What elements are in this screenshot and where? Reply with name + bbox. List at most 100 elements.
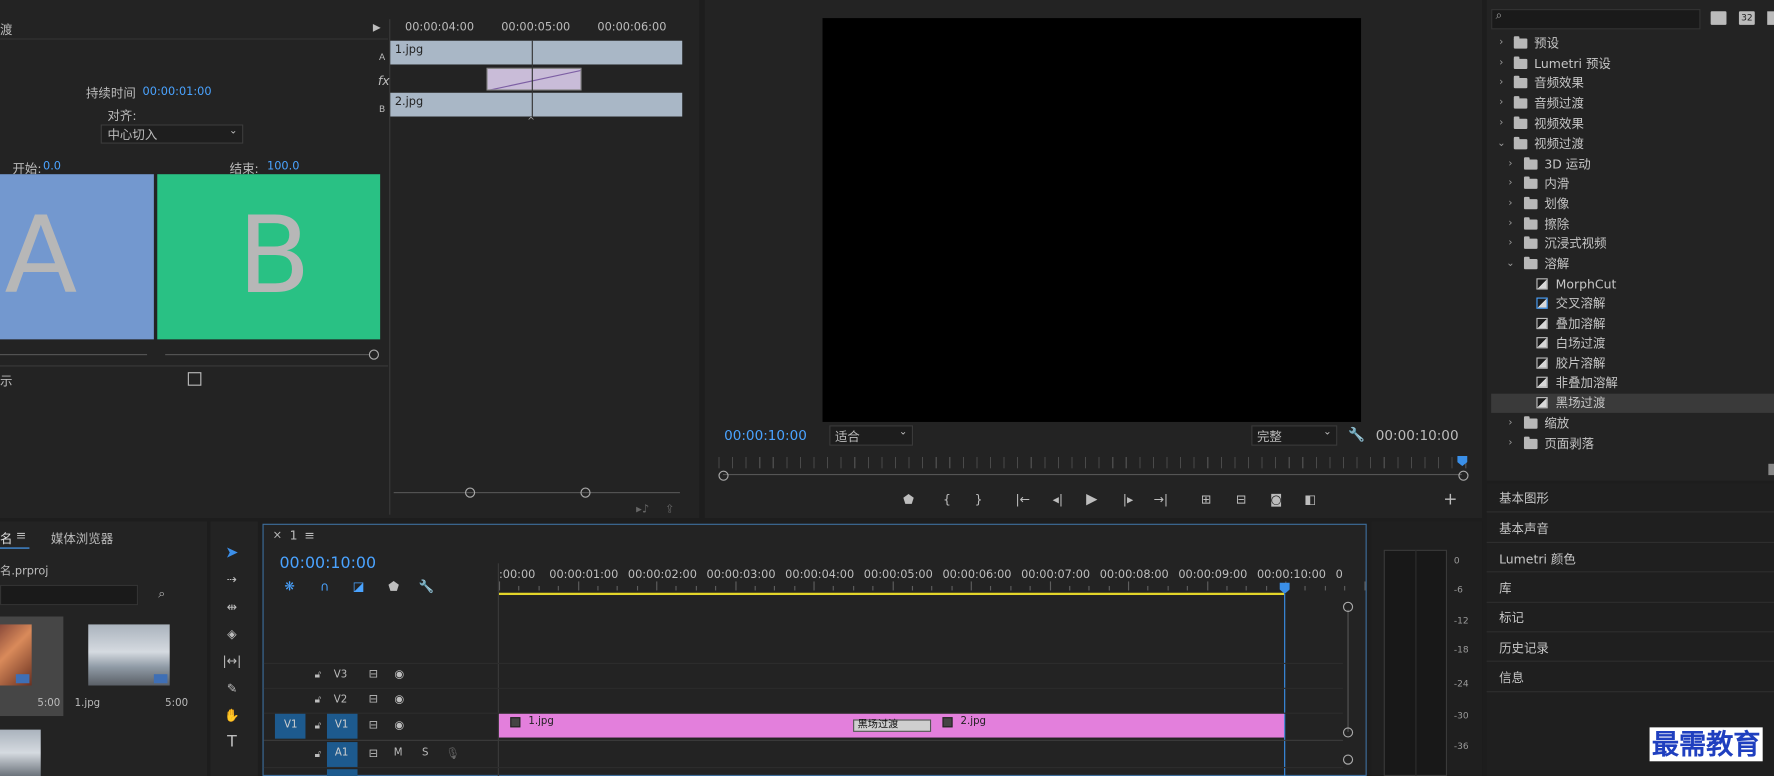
mini-playhead[interactable] <box>531 40 533 117</box>
end-value[interactable]: 100.0 <box>267 161 299 173</box>
wrench-icon[interactable]: 🔧 <box>1348 426 1365 442</box>
mini-zoom-scrollbar[interactable] <box>393 492 680 494</box>
mark-in-icon[interactable]: { <box>940 491 954 507</box>
mini-clip-b[interactable]: 2.jpg <box>390 92 683 117</box>
linked-selection-icon[interactable]: ◪ <box>351 578 367 594</box>
slip-tool-icon[interactable]: |↔| <box>222 652 242 670</box>
tree-item-wipe[interactable]: › 擦除 <box>1491 215 1774 234</box>
camera-icon[interactable]: ◙ <box>1267 491 1285 507</box>
program-timecode-current[interactable]: 00:00:10:00 <box>724 428 807 444</box>
export-icon[interactable]: ⇪ <box>662 502 678 516</box>
tree-item-presets[interactable]: › 预设 <box>1491 34 1774 53</box>
step-back-icon[interactable]: ◂| <box>1050 491 1066 507</box>
tree-item-video-effects[interactable]: › 视频效果 <box>1491 114 1774 133</box>
align-dropdown[interactable]: 中心切入 ⌄ <box>100 124 244 144</box>
timeline-tab-name[interactable]: 1 <box>290 528 298 543</box>
tree-item-lumetri-presets[interactable]: › Lumetri 预设 <box>1491 54 1774 73</box>
tree-item-additive-dissolve[interactable]: 叠加溶解 <box>1491 314 1774 333</box>
wrench-icon[interactable]: 🔧 <box>419 578 435 594</box>
tree-item-morphcut[interactable]: MorphCut <box>1491 275 1774 294</box>
snap-icon[interactable]: ∩ <box>317 578 333 594</box>
tree-item-audio-transitions[interactable]: › 音频过渡 <box>1491 94 1774 113</box>
lock-icon[interactable]: 🔓︎ <box>311 669 325 683</box>
play-icon[interactable]: ▶ <box>1084 490 1100 508</box>
eye-icon[interactable]: ◉ <box>391 667 407 681</box>
lock-icon[interactable]: 🔓︎ <box>311 719 325 733</box>
mark-out-icon[interactable]: } <box>972 491 986 507</box>
track-v2-label[interactable]: V2 <box>334 695 347 706</box>
tree-item-zoom[interactable]: › 缩放 <box>1491 414 1774 433</box>
eye-icon[interactable]: ◉ <box>391 692 407 706</box>
tree-item-video-transitions[interactable]: ⌄ 视频过渡 <box>1491 135 1774 154</box>
hand-tool-icon[interactable]: ✋ <box>222 706 242 724</box>
go-to-in-icon[interactable]: |← <box>1015 491 1031 507</box>
vscroll-handle-audio[interactable] <box>1342 754 1354 765</box>
type-tool-icon[interactable]: T <box>222 733 242 751</box>
tree-item-3d-motion[interactable]: › 3D 运动 <box>1491 155 1774 174</box>
reverse-checkbox[interactable] <box>187 372 202 386</box>
play-only-transition-icon[interactable]: ▶ <box>371 20 382 36</box>
panel-history[interactable]: 历史记录 <box>1499 639 1549 657</box>
vscroll-handle-bottom[interactable] <box>1342 727 1354 738</box>
32bit-effects-badge[interactable]: 32 <box>1738 11 1755 25</box>
track-v3-label[interactable]: V3 <box>334 670 347 681</box>
panel-info[interactable]: 信息 <box>1499 669 1524 687</box>
panel-essential-sound[interactable]: 基本声音 <box>1499 519 1549 537</box>
end-slider-track[interactable] <box>165 354 369 356</box>
add-marker-icon[interactable]: ⬟ <box>386 578 402 594</box>
program-scroll-handle-left[interactable] <box>718 470 729 481</box>
start-slider-track[interactable] <box>0 354 148 356</box>
razor-tool-icon[interactable]: ◈ <box>222 624 242 642</box>
mini-zoom-handle-right[interactable] <box>580 487 591 498</box>
lock-icon[interactable]: 🔓︎ <box>311 693 325 707</box>
track-select-tool-icon[interactable]: ⇢ <box>222 570 242 588</box>
media-browser-tab[interactable]: 媒体浏览器 <box>51 529 113 547</box>
vscroll-handle-top[interactable] <box>1342 601 1354 612</box>
program-time-ruler[interactable] <box>718 457 1468 469</box>
fit-dropdown[interactable]: 适合 ⌄ <box>829 425 914 446</box>
eye-icon[interactable]: ◉ <box>391 718 407 732</box>
yuv-effects-badge[interactable] <box>1767 11 1774 25</box>
tree-item-dissolve[interactable]: ⌄ 溶解 <box>1491 255 1774 274</box>
solo-button[interactable]: S <box>422 748 428 759</box>
project-item-3-thumb[interactable] <box>0 729 41 776</box>
mini-clip-a[interactable]: 1.jpg <box>390 40 683 65</box>
start-value[interactable]: 0.0 <box>43 161 61 173</box>
work-area-bar[interactable] <box>498 592 1285 596</box>
program-scrollbar[interactable] <box>722 473 1462 476</box>
tree-item-page-peel[interactable]: › 页面剥落 <box>1491 434 1774 453</box>
timeline-timecode[interactable]: 00:00:10:00 <box>279 554 376 572</box>
add-marker-icon[interactable]: ⬟ <box>902 491 916 507</box>
timeline-tab-close[interactable]: × <box>273 529 282 541</box>
tree-item-dip-to-white[interactable]: 白场过渡 <box>1491 334 1774 353</box>
end-slider-handle[interactable] <box>368 349 380 360</box>
tree-item-immersive-video[interactable]: › 沉浸式视频 <box>1491 234 1774 253</box>
toggle-sync-lock-icon[interactable]: ⊟ <box>365 747 381 761</box>
new-bin-icon[interactable] <box>1768 463 1774 476</box>
timeline-ruler[interactable]: :00:00 00:00:01:00 00:00:02:00 00:00:03:00 0… <box>498 566 1366 595</box>
toggle-sync-lock-icon[interactable]: ⊟ <box>365 718 381 732</box>
project-tab[interactable]: 名 <box>0 529 12 547</box>
extract-icon[interactable]: ⊟ <box>1232 491 1250 507</box>
step-forward-icon[interactable]: |▸ <box>1120 491 1136 507</box>
timeline-vertical-scrollbar[interactable] <box>1347 609 1349 732</box>
lock-icon[interactable]: 🔓︎ <box>311 748 325 762</box>
effects-search-input[interactable]: ⌕ <box>1491 9 1701 30</box>
toggle-sync-lock-icon[interactable]: ⊟ <box>365 692 381 706</box>
tree-item-audio-effects[interactable]: › 音频效果 <box>1491 74 1774 93</box>
tree-item-cross-dissolve[interactable]: 交叉溶解 <box>1491 294 1774 313</box>
add-button-icon[interactable]: + <box>1443 489 1459 509</box>
hamburger-menu-icon[interactable]: ≡ <box>304 528 314 543</box>
microphone-icon[interactable]: 🎙︎ <box>445 747 459 761</box>
tree-item-film-dissolve[interactable]: 胶片溶解 <box>1491 354 1774 373</box>
panel-libraries[interactable]: 库 <box>1499 579 1511 597</box>
selection-tool-icon[interactable]: ➤ <box>222 543 242 563</box>
mini-zoom-handle-left[interactable] <box>464 487 476 498</box>
panel-markers[interactable]: 标记 <box>1499 609 1524 627</box>
program-scroll-handle-right[interactable] <box>1458 470 1469 481</box>
hamburger-menu-icon[interactable]: ≡ <box>16 528 26 543</box>
toggle-sync-lock-icon[interactable]: ⊟ <box>365 667 381 681</box>
nest-sequence-icon[interactable]: ❋ <box>282 578 298 594</box>
panel-essential-graphics[interactable]: 基本图形 <box>1499 489 1549 507</box>
quality-dropdown[interactable]: 完整 ⌄ <box>1251 425 1338 446</box>
